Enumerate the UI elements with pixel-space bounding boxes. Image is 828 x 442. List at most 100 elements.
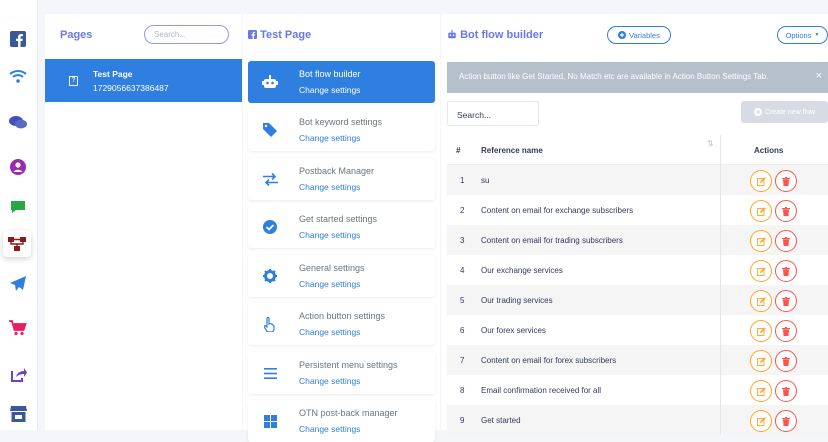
close-icon[interactable]: × [816,70,822,82]
edit-icon [756,356,766,366]
tag-icon [262,122,278,138]
wifi-icon[interactable] [6,65,30,87]
gear-icon [262,268,278,284]
change-settings-link[interactable]: Change settings [299,133,360,143]
page-id: 1729056637386487 [93,83,169,93]
edit-button[interactable] [750,380,772,402]
header-reference-name[interactable]: Reference name [481,146,543,155]
delete-button[interactable] [775,230,797,252]
change-settings-link[interactable]: Change settings [299,327,360,337]
shopping-cart-icon[interactable] [6,317,30,339]
edit-button[interactable] [750,230,772,252]
edit-icon [756,386,766,396]
edit-button[interactable] [750,410,772,432]
edit-icon [756,236,766,246]
change-settings-link[interactable]: Change settings [299,279,360,289]
bot-flow-title-text: Bot flow builder [460,29,544,41]
options-dropdown[interactable]: Options ▼ [777,26,828,44]
menu-item-bot-flow-builder[interactable]: Bot flow builder Change settings [248,61,435,103]
edit-button[interactable] [750,320,772,342]
column-divider [720,405,721,435]
trash-icon [782,296,790,306]
delete-button[interactable] [775,260,797,282]
pages-search-input[interactable]: Search... [144,25,229,44]
row-number: 8 [460,386,465,395]
create-new-flow-label: Create new flow [764,108,816,116]
windows-icon [262,413,278,429]
menu-item-otn-post-back-manager[interactable]: OTN post-back manager Change settings [248,400,435,442]
change-settings-link[interactable]: Change settings [299,424,360,434]
row-number: 7 [460,356,465,365]
table-row: 8 Email confirmation received for all [447,375,828,405]
trash-icon [782,416,790,426]
delete-button[interactable] [775,320,797,342]
menu-item-bot-keyword-settings[interactable]: Bot keyword settings Change settings [248,109,435,151]
column-divider [720,285,721,315]
change-settings-link[interactable]: Change settings [299,230,360,240]
menu-item-title: Persistent menu settings [299,360,398,370]
row-number: 9 [460,416,465,425]
menu-item-persistent-menu-settings[interactable]: Persistent menu settings Change settings [248,352,435,394]
delete-button[interactable] [775,380,797,402]
page-icon: ? [69,76,78,86]
change-settings-link[interactable]: Change settings [299,182,360,192]
chat-bubbles-icon[interactable] [6,111,30,133]
row-reference-name: Our exchange services [481,266,563,275]
share-icon[interactable] [6,364,30,386]
delete-button[interactable] [775,200,797,222]
row-number: 1 [460,176,465,185]
menu-item-get-started-settings[interactable]: Get started settings Change settings [248,206,435,248]
trash-icon [782,326,790,336]
create-new-flow-button[interactable]: Create new flow [741,101,828,123]
table-row: 9 Get started [447,405,828,435]
change-settings-link[interactable]: Change settings [299,376,360,386]
variables-button[interactable]: Variables [607,26,671,44]
header-num: # [456,146,461,155]
facebook-square-icon [248,30,257,39]
row-reference-name: su [481,176,490,185]
trash-icon [782,206,790,216]
edit-button[interactable] [750,170,772,192]
page-list-item[interactable]: ? Test Page 1729056637386487 [45,59,242,102]
delete-button[interactable] [775,290,797,312]
menu-item-title: Bot keyword settings [299,117,383,127]
caret-down-icon: ▼ [814,32,820,38]
row-reference-name: Get started [481,416,521,425]
row-reference-name: Content on email for trading subscribers [481,236,623,245]
edit-button[interactable] [750,350,772,372]
options-label: Options [785,30,812,40]
trash-icon [782,386,790,396]
edit-icon [756,416,766,426]
column-divider [720,135,721,165]
edit-button[interactable] [750,260,772,282]
row-number: 2 [460,206,465,215]
menu-item-postback-manager[interactable]: Postback Manager Change settings [248,158,435,200]
delete-button[interactable] [775,350,797,372]
sort-icon[interactable]: ⇅ [707,139,714,148]
column-divider [720,345,721,375]
column-divider [720,165,721,195]
edit-button[interactable] [750,290,772,312]
table-row: 6 Our forex services [447,315,828,345]
sitemap-icon[interactable] [3,231,31,257]
menu-item-title: OTN post-back manager [299,408,398,418]
trash-icon [782,176,790,186]
delete-button[interactable] [775,410,797,432]
paper-plane-icon[interactable] [6,273,30,295]
user-circle-icon[interactable] [6,156,30,178]
settings-panel-title-text: Test Page [260,29,312,41]
flow-search-input[interactable]: Search... [447,101,539,126]
row-reference-name: Content on email for exchange subscriber… [481,206,634,215]
column-divider [720,225,721,255]
change-settings-link[interactable]: Change settings [299,85,360,95]
edit-icon [756,296,766,306]
edit-button[interactable] [750,200,772,222]
menu-item-general-settings[interactable]: General settings Change settings [248,255,435,297]
comment-icon[interactable] [6,196,30,218]
store-icon[interactable] [6,403,30,425]
facebook-icon[interactable] [6,28,30,50]
menu-item-action-button-settings[interactable]: Action button settings Change settings [248,303,435,345]
row-number: 3 [460,236,465,245]
edit-icon [756,266,766,276]
delete-button[interactable] [775,170,797,192]
